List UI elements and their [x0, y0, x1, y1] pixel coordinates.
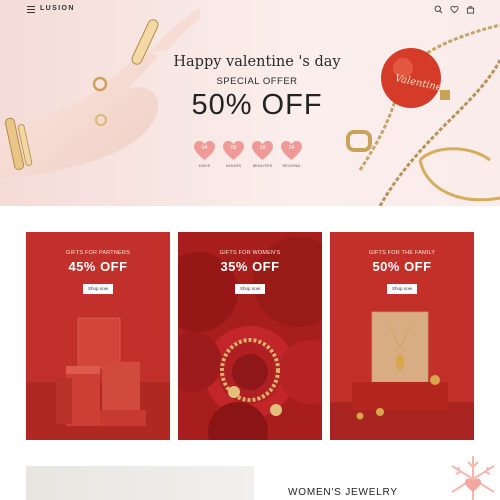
countdown-days: 04 DAYS	[193, 140, 216, 168]
top-header: LUSION	[0, 0, 500, 20]
countdown-seconds: 24 SECOND	[280, 140, 303, 168]
brand-logo[interactable]: LUSION	[40, 5, 75, 12]
heart-icon: 24	[280, 140, 303, 161]
card-discount: 35% OFF	[220, 259, 280, 274]
promo-card-womens[interactable]: GIFTS FOR WOMEN'S 35% OFF Shop now	[178, 232, 322, 440]
section-title: WOMEN'S JEWELRY	[288, 487, 398, 498]
heart-icon: 09	[222, 140, 245, 161]
heart-icon: 16	[251, 140, 274, 161]
heart-icon[interactable]	[450, 5, 459, 14]
countdown-timer: 04 DAYS 09 HOURS 16 MINUTES 24 SECOND	[193, 140, 303, 168]
jewelry-ornament-image: Valentine	[346, 23, 500, 206]
hero-discount: 50% OFF	[191, 89, 323, 121]
promo-cards: GIFTS FOR PARTNERS 45% OFF Shop now GIFT…	[26, 232, 474, 440]
countdown-minutes: 16 MINUTES	[251, 140, 274, 168]
search-icon[interactable]	[434, 5, 443, 14]
card-subtitle: GIFTS FOR PARTNERS	[66, 250, 130, 256]
card-subtitle: GIFTS FOR THE FAMILY	[368, 250, 436, 256]
heart-icon: 04	[193, 140, 216, 161]
shop-now-button[interactable]: Shop now	[387, 284, 417, 294]
promo-card-partners[interactable]: GIFTS FOR PARTNERS 45% OFF Shop now	[26, 232, 170, 440]
menu-icon[interactable]	[27, 6, 35, 13]
shop-now-button[interactable]: Shop now	[83, 284, 113, 294]
hero-banner: Valentine Happy valentine 's day SPECIAL…	[0, 0, 500, 206]
shop-now-button[interactable]: Shop now	[235, 284, 265, 294]
hero-title: Happy valentine 's day	[173, 54, 341, 70]
card-subtitle: GIFTS FOR WOMEN'S	[219, 250, 281, 256]
card-discount: 45% OFF	[68, 259, 128, 274]
bag-icon[interactable]	[466, 5, 475, 14]
hero-subtitle: SPECIAL OFFER	[216, 76, 298, 87]
card-discount: 50% OFF	[372, 259, 432, 274]
countdown-hours: 09 HOURS	[222, 140, 245, 168]
snowflake-heart-icon	[451, 456, 495, 500]
womens-jewelry-image	[26, 466, 254, 500]
promo-card-family[interactable]: GIFTS FOR THE FAMILY 50% OFF Shop now	[330, 232, 474, 440]
